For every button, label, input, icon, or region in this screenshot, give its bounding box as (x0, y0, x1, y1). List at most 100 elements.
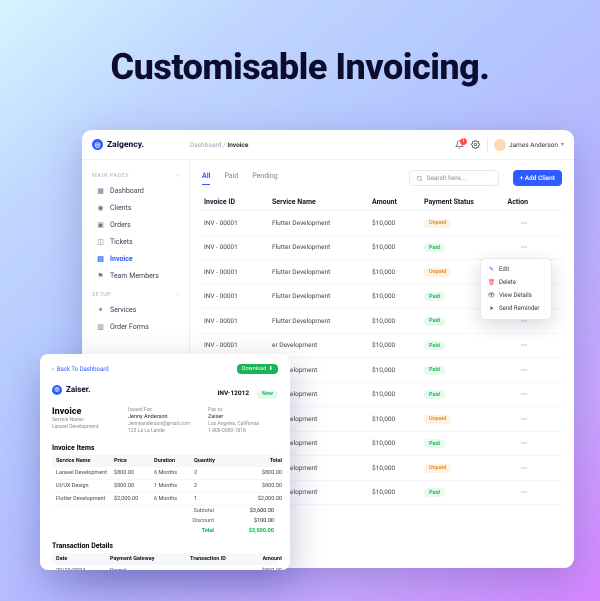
row-actions-button[interactable]: ⋯ (494, 366, 528, 374)
row-actions-button[interactable]: ⋯ (494, 439, 528, 447)
chevron-right-icon[interactable]: › (177, 291, 179, 298)
cell-amount: $10,000 (372, 415, 424, 423)
payto-label: Pay to: (208, 407, 278, 413)
table-row: INV - 00001Flutter Development$10,000Unp… (202, 260, 562, 285)
sidebar-item-label: Invoice (110, 255, 133, 263)
invoice-item-row: Flutter Development$2,000.006 Months1$2,… (52, 493, 278, 506)
sidebar-section-setup: SETUP› (92, 291, 179, 298)
status-badge: Paid (424, 488, 445, 497)
status-badge: Unpaid (424, 219, 451, 228)
row-actions-button[interactable]: ⋯ (494, 415, 528, 423)
sidebar-item-invoice[interactable]: ▤Invoice (92, 251, 179, 266)
notification-bell-icon[interactable]: 1 (455, 140, 465, 150)
cell-invoice-id: INV - 00001 (204, 268, 272, 276)
row-actions-button[interactable]: ⋯ (494, 390, 528, 398)
breadcrumb-current: Invoice (227, 141, 248, 149)
sidebar-item-label: Orders (110, 221, 131, 229)
cell-invoice-id: INV - 00001 (204, 317, 272, 325)
tab-paid[interactable]: Paid (224, 172, 238, 184)
sidebar-item-services[interactable]: ✶Services (92, 302, 179, 317)
sidebar-item-label: Tickets (110, 238, 133, 246)
tr-tid: — (190, 568, 246, 570)
table-row: INV - 00001Flutter Development$10,000Unp… (202, 211, 562, 236)
tab-pending[interactable]: Pending (252, 172, 277, 184)
status-badge: Paid (424, 243, 445, 252)
sidebar-item-orders[interactable]: ▣ Orders (92, 217, 179, 232)
back-link[interactable]: ‹Back To Dashboard (52, 366, 109, 373)
item-price: $800.00 (114, 483, 154, 489)
tr-gateway: Paypal (110, 568, 190, 570)
sidebar-item-label: Dashboard (110, 187, 144, 195)
settings-gear-icon[interactable] (471, 140, 481, 150)
cell-amount: $10,000 (372, 268, 424, 276)
invoice-item-row: UI/UX Design$800.001 Months2$800.00 (52, 480, 278, 493)
cell-amount: $10,000 (372, 464, 424, 472)
action-send[interactable]: ➤Send Reminder (485, 302, 547, 315)
sidebar-item-clients[interactable]: ◉Clients (92, 200, 179, 215)
add-client-button[interactable]: + Add Client (513, 170, 562, 186)
row-actions-button[interactable]: ⋯ (494, 488, 528, 496)
th-tid: Transaction ID (190, 556, 246, 562)
cell-amount: $10,000 (372, 390, 424, 398)
brand: ◎ Zaigency. (92, 139, 190, 150)
cell-amount: $10,000 (372, 243, 424, 251)
cell-status: Paid (424, 390, 494, 400)
pencil-icon: ✎ (488, 266, 495, 273)
sidebar-item-label: Team Members (110, 272, 159, 280)
action-edit[interactable]: ✎Edit (485, 263, 547, 276)
action-view[interactable]: 👁View Details (485, 289, 547, 302)
cell-status: Unpaid (424, 218, 494, 228)
form-icon: ▥ (96, 322, 105, 331)
team-icon: ⚑ (96, 271, 105, 280)
eye-icon: 👁 (488, 292, 495, 299)
action-delete[interactable]: 🗑Delete (485, 276, 547, 289)
actions-popover: ✎Edit🗑Delete👁View Details➤Send Reminder (480, 258, 552, 320)
row-actions-button[interactable]: ⋯ (494, 341, 528, 349)
sidebar-item-order-forms[interactable]: ▥ Order Forms (92, 319, 179, 334)
sidebar-item-tickets[interactable]: ◫ Tickets (92, 234, 179, 249)
invoice-number: INV-12012 (218, 389, 250, 397)
user-name: James Anderson (509, 141, 558, 149)
th-amount: Amount (246, 556, 282, 562)
item-qty: 2 (194, 470, 234, 476)
table-row: INV - 00001Flutter Development$10,000Pai… (202, 236, 562, 261)
download-button[interactable]: Download⬇ (237, 364, 278, 374)
cart-icon: ▣ (96, 220, 105, 229)
invoice-brand: Zaiser. (66, 385, 90, 394)
cell-status: Paid (424, 439, 494, 449)
table-header: Invoice ID Service Name Amount Payment S… (202, 194, 562, 211)
ticket-icon: ◫ (96, 237, 105, 246)
search-input[interactable]: Search here... (409, 170, 499, 186)
brand-logo-icon: ◎ (92, 139, 103, 150)
sidebar-item-label: Order Forms (110, 323, 149, 331)
breadcrumb-root[interactable]: Dashboard (190, 141, 221, 149)
th-gateway: Payment Gateway (110, 556, 190, 562)
row-actions-button[interactable]: ⋯ (494, 464, 528, 472)
user-icon: ◉ (96, 203, 105, 212)
download-label: Download (242, 366, 266, 372)
cell-service: Flutter Development (272, 243, 372, 251)
cell-status: Unpaid (424, 463, 494, 473)
item-price: $800.00 (114, 470, 154, 476)
cell-amount: $10,000 (372, 341, 424, 349)
grid-icon: ▦ (96, 186, 105, 195)
cell-service: er Development (272, 341, 372, 349)
item-qty: 1 (194, 496, 234, 502)
cell-service: Flutter Development (272, 219, 372, 227)
gear-icon: ✶ (96, 305, 105, 314)
sidebar-item-team[interactable]: ⚑ Team Members (92, 268, 179, 283)
row-actions-button[interactable]: ⋯ (494, 219, 528, 227)
discount-row: Discount$100.00 (52, 516, 278, 526)
row-actions-button[interactable]: ⋯ (494, 243, 528, 251)
chevron-right-icon[interactable]: › (177, 172, 179, 179)
payto-phone: 1-800-0000-1818 (208, 428, 278, 435)
invoice-service-name: Service Name:Laravel Development (52, 417, 128, 430)
back-link-label: Back To Dashboard (57, 366, 109, 373)
sidebar-item-dashboard[interactable]: ▦ Dashboard (92, 183, 179, 198)
user-menu[interactable]: James Anderson ▾ (494, 139, 564, 151)
sidebar-section-main: MAIN PAGES› (92, 172, 179, 179)
item-duration: 6 Months (154, 470, 194, 476)
cell-status: Paid (424, 243, 494, 253)
invoice-item-row: Laravel Development$800.006 Months2$800.… (52, 467, 278, 480)
tab-all[interactable]: All (202, 172, 210, 185)
